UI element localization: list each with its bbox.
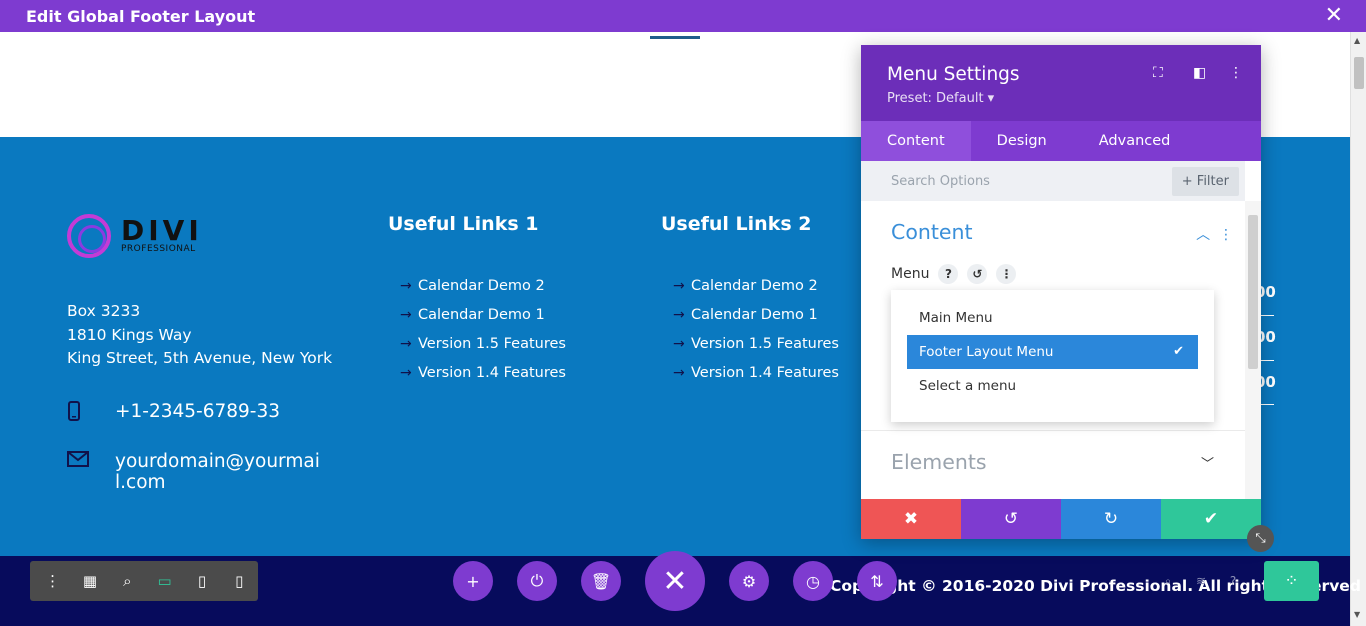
scroll-up-icon[interactable]: ▲ <box>1354 36 1360 45</box>
arrow-right-icon: → <box>673 364 685 381</box>
menu-option[interactable]: Select a menu <box>907 369 1198 403</box>
useful-links-1: Useful Links 1 → Calendar Demo 2 → Calenda… <box>388 213 566 387</box>
arrow-right-icon: → <box>673 335 685 352</box>
desktop-view-icon[interactable]: ▭ <box>146 572 183 590</box>
editor-topbar: Edit Global Footer Layout ✕ <box>0 0 1366 32</box>
menu-settings-panel: Menu Settings Preset: Default ▾ ⛶ ◧ ⋮ Co… <box>861 45 1261 539</box>
logo-wordmark: DIVI <box>121 214 203 247</box>
wireframe-view-icon[interactable]: ▦ <box>71 572 108 590</box>
close-builder-icon[interactable]: ✕ <box>645 551 705 611</box>
reset-icon[interactable]: ↺ <box>967 264 988 284</box>
layers-icon[interactable]: ≋ <box>1193 574 1209 588</box>
menu-option-selected[interactable]: Footer Layout Menu ✔ <box>907 335 1198 369</box>
logo-mark-icon <box>67 214 111 258</box>
menu-field-label-row: Menu ? ↺ ⋮ <box>891 264 1017 284</box>
footer-link[interactable]: → Calendar Demo 2 <box>388 271 566 300</box>
footer-link[interactable]: → Version 1.4 Features <box>388 358 566 387</box>
arrow-right-icon: → <box>400 277 412 294</box>
menu-dropdown: Main Menu Footer Layout Menu ✔ Select a … <box>891 290 1214 422</box>
footer-address: Box 3233 1810 Kings Way King Street, 5th… <box>67 300 332 371</box>
phone-number[interactable]: +1-2345-6789-33 <box>115 401 280 426</box>
arrow-right-icon: → <box>400 335 412 352</box>
history-icon[interactable]: ◷ <box>793 561 833 601</box>
preset-selector[interactable]: Preset: Default ▾ <box>887 91 1235 106</box>
footer-email: yourdomain@yourmai l.com <box>67 451 325 493</box>
footer-link[interactable]: → Version 1.5 Features <box>388 329 566 358</box>
gear-icon[interactable]: ⚙ <box>729 561 769 601</box>
section-controls[interactable]: ︿ ⋮ <box>1196 224 1233 244</box>
help-icon[interactable]: ? <box>938 264 959 284</box>
builder-view-toolbar: ⋮ ▦ ⌕ ▭ ▯ ▯ <box>30 561 258 601</box>
underline-decoration <box>650 36 700 39</box>
filter-button[interactable]: + Filter <box>1171 166 1239 196</box>
more-options-icon[interactable]: ⋮ <box>1229 65 1243 81</box>
column-heading: Useful Links 2 <box>661 213 812 235</box>
arrow-right-icon: → <box>400 364 412 381</box>
discard-button[interactable]: ✖ <box>861 499 961 539</box>
tab-design[interactable]: Design <box>971 121 1073 161</box>
split-view-icon[interactable]: ◧ <box>1193 65 1206 81</box>
email-address[interactable]: yourdomain@yourmai l.com <box>115 451 325 493</box>
arrow-right-icon: → <box>400 306 412 323</box>
redo-button[interactable]: ↻ <box>1061 499 1161 539</box>
more-options-icon[interactable]: ⋮ <box>34 572 71 590</box>
content-section-title[interactable]: Content <box>891 220 973 244</box>
phone-icon <box>67 401 115 426</box>
power-icon[interactable]: ⏻ <box>517 561 557 601</box>
portability-icon[interactable]: ⇅ <box>857 561 897 601</box>
footer-link[interactable]: → Calendar Demo 1 <box>661 300 839 329</box>
panel-tabs: Content Design Advanced <box>861 121 1261 161</box>
menu-label: Menu <box>891 266 930 282</box>
arrow-right-icon: → <box>673 277 685 294</box>
footer-link[interactable]: → Calendar Demo 1 <box>388 300 566 329</box>
address-line: Box 3233 <box>67 302 141 320</box>
mail-icon <box>67 451 115 493</box>
column-heading: Useful Links 1 <box>388 213 539 235</box>
tab-advanced[interactable]: Advanced <box>1073 121 1197 161</box>
close-icon[interactable]: ✕ <box>1325 5 1343 27</box>
fullscreen-icon[interactable]: ⛶ <box>1153 65 1163 81</box>
help-icon[interactable]: ? <box>1225 574 1241 588</box>
add-icon[interactable]: + <box>453 561 493 601</box>
elements-section-title[interactable]: Elements <box>891 450 987 474</box>
scrollbar-thumb[interactable] <box>1354 57 1364 89</box>
resize-handle-icon[interactable]: ⤡ <box>1247 525 1274 552</box>
editor-title: Edit Global Footer Layout <box>26 6 256 26</box>
panel-header: Menu Settings Preset: Default ▾ ⛶ ◧ ⋮ <box>861 45 1261 121</box>
arrow-right-icon: → <box>673 306 685 323</box>
divi-logo: DIVI PROFESSIONAL <box>67 214 203 258</box>
scroll-down-icon[interactable]: ▼ <box>1354 610 1360 619</box>
panel-scrollbar[interactable] <box>1245 201 1261 499</box>
footer-link[interactable]: → Version 1.5 Features <box>661 329 839 358</box>
search-icon[interactable]: ⌕ <box>1160 574 1176 589</box>
checkmark-icon: ✔ <box>1173 344 1184 359</box>
panel-body: Content ︿ ⋮ Menu ? ↺ ⋮ Main Menu Footer … <box>861 201 1261 499</box>
option-label: Footer Layout Menu <box>919 344 1054 360</box>
useful-links-2: Useful Links 2 → Calendar Demo 2 → Calenda… <box>661 213 839 387</box>
footer-phone: +1-2345-6789-33 <box>67 401 280 426</box>
trash-icon[interactable]: 🗑 <box>581 561 621 601</box>
footer-link[interactable]: → Calendar Demo 2 <box>661 271 839 300</box>
more-options-icon[interactable]: ⋮ <box>996 264 1017 284</box>
divider <box>861 430 1245 431</box>
address-line: King Street, 5th Avenue, New York <box>67 349 333 367</box>
tablet-view-icon[interactable]: ▯ <box>183 572 220 590</box>
menu-option[interactable]: Main Menu <box>907 301 1198 335</box>
footer-link[interactable]: → Version 1.4 Features <box>661 358 839 387</box>
logo-tagline: PROFESSIONAL <box>121 244 196 254</box>
undo-button[interactable]: ↺ <box>961 499 1061 539</box>
tab-content[interactable]: Content <box>861 121 971 161</box>
page-scrollbar[interactable]: ▲ ▼ <box>1350 32 1366 626</box>
address-line: 1810 Kings Way <box>67 325 192 344</box>
save-button[interactable]: ✔ <box>1161 499 1261 539</box>
panel-title: Menu Settings <box>887 64 1020 85</box>
search-options-input[interactable]: Search Options <box>891 174 990 189</box>
panel-scrollbar-thumb[interactable] <box>1248 215 1258 369</box>
builder-dots-button[interactable]: ⁘ <box>1264 561 1319 601</box>
chevron-down-icon[interactable]: ﹀ <box>1201 453 1214 472</box>
zoom-icon[interactable]: ⌕ <box>109 572 146 590</box>
phone-view-icon[interactable]: ▯ <box>221 572 258 590</box>
panel-footer: ✖ ↺ ↻ ✔ <box>861 499 1261 539</box>
search-options-row: Search Options + Filter <box>861 161 1261 201</box>
